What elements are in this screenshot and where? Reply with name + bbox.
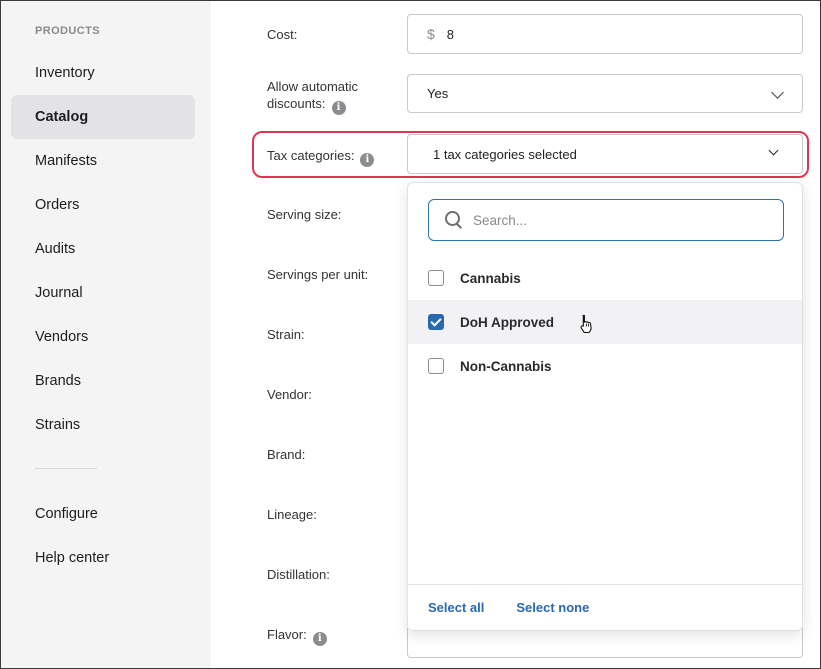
cost-field[interactable]: $ 8 bbox=[407, 14, 803, 54]
checkbox-doh-approved[interactable] bbox=[428, 314, 444, 330]
sidebar: PRODUCTS Inventory Catalog Manifests Ord… bbox=[0, 0, 211, 669]
tax-categories-select[interactable]: 1 tax categories selected bbox=[407, 134, 803, 174]
sidebar-item-vendors[interactable]: Vendors bbox=[11, 315, 195, 359]
sidebar-item-orders[interactable]: Orders bbox=[11, 183, 195, 227]
dropdown-footer: Select all Select none bbox=[408, 584, 802, 630]
option-label: Cannabis bbox=[460, 270, 521, 286]
select-none-link[interactable]: Select none bbox=[516, 600, 589, 615]
lineage-label: Lineage: bbox=[267, 507, 317, 522]
checkbox-non-cannabis[interactable] bbox=[428, 358, 444, 374]
tax-label-text: Tax categories: bbox=[267, 148, 355, 163]
search-icon bbox=[445, 211, 463, 229]
discounts-label-line1: Allow automatic bbox=[267, 79, 359, 94]
currency-symbol: $ bbox=[427, 26, 435, 42]
flavor-label: Flavor: i bbox=[267, 626, 327, 646]
sidebar-item-audits[interactable]: Audits bbox=[11, 227, 195, 271]
sidebar-item-strains[interactable]: Strains bbox=[11, 403, 195, 447]
search-input[interactable] bbox=[473, 212, 763, 228]
option-label: Non-Cannabis bbox=[460, 358, 552, 374]
serving-size-label: Serving size: bbox=[267, 207, 342, 222]
checkbox-cannabis[interactable] bbox=[428, 270, 444, 286]
tax-categories-value: 1 tax categories selected bbox=[433, 146, 577, 162]
sidebar-item-help-center[interactable]: Help center bbox=[11, 536, 195, 580]
discounts-label: Allow automatic discounts: i bbox=[267, 78, 358, 115]
sidebar-heading: PRODUCTS bbox=[35, 25, 100, 37]
option-doh-approved[interactable]: DoH Approved bbox=[408, 300, 802, 344]
option-cannabis[interactable]: Cannabis bbox=[408, 256, 802, 300]
distillation-label: Distillation: bbox=[267, 567, 330, 582]
sidebar-item-manifests[interactable]: Manifests bbox=[11, 139, 195, 183]
flavor-label-text: Flavor: bbox=[267, 627, 307, 642]
select-all-link[interactable]: Select all bbox=[428, 600, 484, 615]
discounts-label-line2: discounts: bbox=[267, 96, 326, 111]
search-box[interactable] bbox=[428, 199, 784, 241]
sidebar-item-journal[interactable]: Journal bbox=[11, 271, 195, 315]
hand-cursor-icon bbox=[580, 314, 592, 334]
strain-label: Strain: bbox=[267, 327, 305, 342]
info-icon[interactable]: i bbox=[312, 631, 327, 646]
info-icon[interactable]: i bbox=[360, 152, 375, 167]
sidebar-item-inventory[interactable]: Inventory bbox=[11, 51, 195, 95]
servings-per-unit-label: Servings per unit: bbox=[267, 267, 369, 282]
tax-label: Tax categories: i bbox=[267, 147, 375, 167]
chevron-down-icon bbox=[771, 86, 784, 99]
discounts-select[interactable]: Yes bbox=[407, 74, 803, 113]
sidebar-item-brands[interactable]: Brands bbox=[11, 359, 195, 403]
option-label: DoH Approved bbox=[460, 314, 554, 330]
flavor-field[interactable] bbox=[407, 628, 803, 658]
cost-value: 8 bbox=[446, 26, 455, 42]
tax-categories-dropdown: Cannabis DoH Approved Non-Cannabis Selec… bbox=[407, 182, 803, 631]
info-icon[interactable]: i bbox=[331, 100, 346, 115]
discounts-value: Yes bbox=[427, 86, 449, 101]
sidebar-item-configure[interactable]: Configure bbox=[11, 492, 195, 536]
vendor-label: Vendor: bbox=[267, 387, 312, 402]
cost-label: Cost: bbox=[267, 27, 298, 42]
sidebar-item-catalog[interactable]: Catalog bbox=[11, 95, 195, 139]
chevron-down-icon bbox=[768, 145, 779, 156]
option-non-cannabis[interactable]: Non-Cannabis bbox=[408, 344, 802, 388]
brand-label: Brand: bbox=[267, 447, 306, 462]
sidebar-divider bbox=[35, 468, 97, 469]
